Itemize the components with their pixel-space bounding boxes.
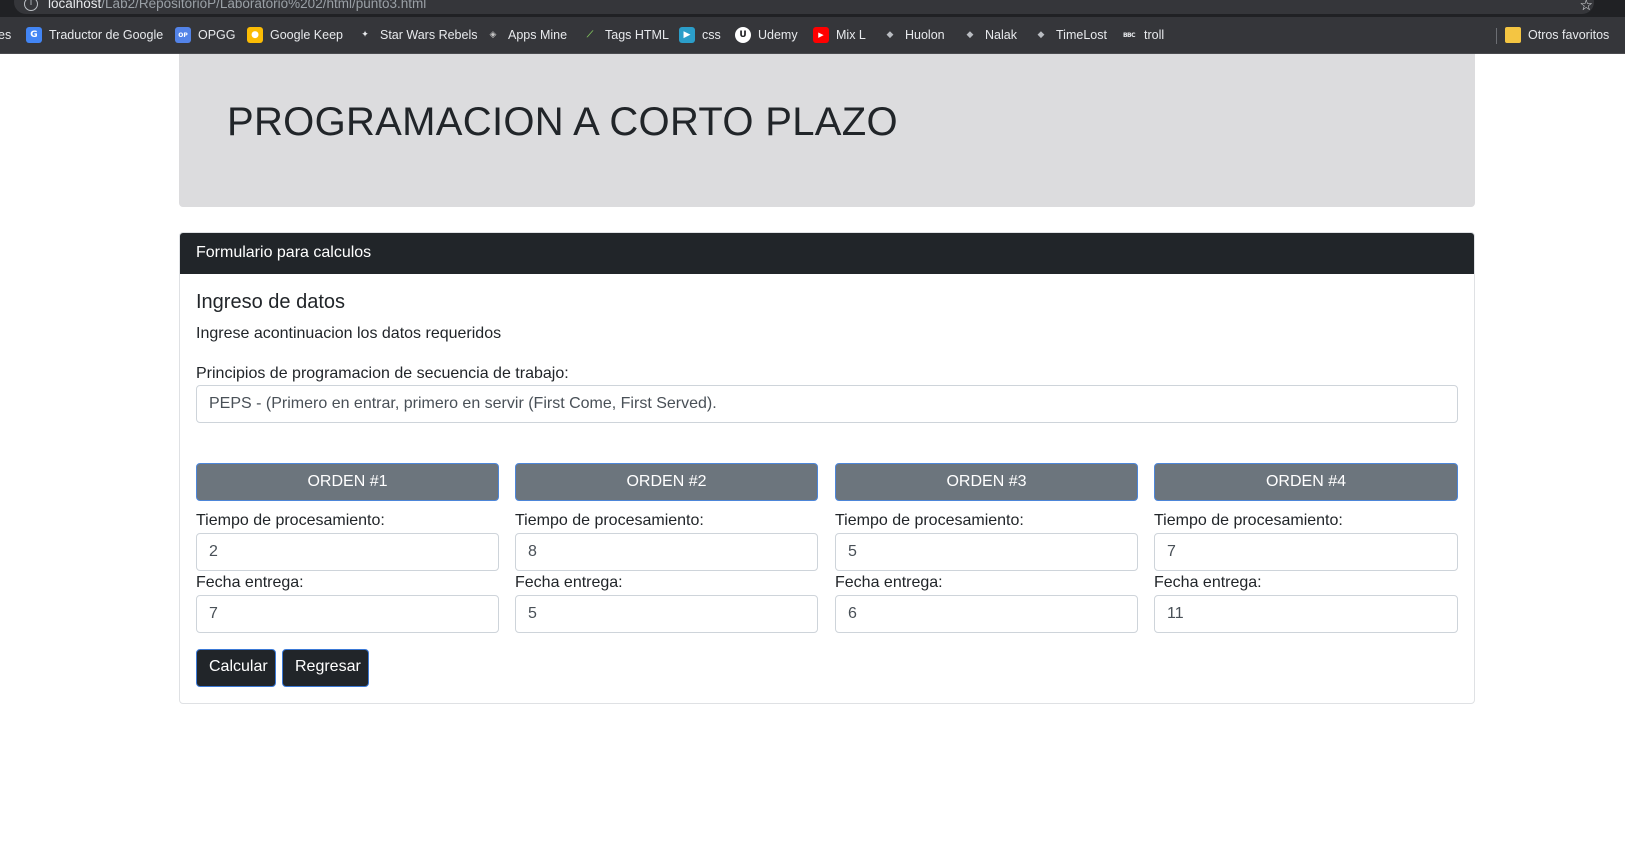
orden-1-button[interactable]: ORDEN #1	[196, 463, 499, 501]
page-title: PROGRAMACION A CORTO PLAZO	[227, 100, 898, 144]
bookmark-star-icon[interactable]: ☆	[1580, 0, 1593, 14]
orden-4-date-label: Fecha entrega:	[1154, 574, 1262, 591]
bookmarks-bar: es G Traductor de Google OP OPGG ● Googl…	[0, 17, 1625, 54]
wolf-icon: ◆	[886, 30, 894, 40]
orden-1-time-label: Tiempo de procesamiento:	[196, 512, 385, 529]
bookmark-label: Traductor de Google	[49, 28, 164, 42]
bookmark-label: Nalak	[985, 28, 1017, 42]
bookmark-traductor[interactable]: G Traductor de Google	[26, 26, 163, 44]
orden-2-time-label: Tiempo de procesamiento:	[515, 512, 704, 529]
bookmark-label: Apps Mine	[508, 28, 568, 42]
calcular-button[interactable]: Calcular	[196, 649, 276, 687]
wolf-icon: ◆	[1037, 30, 1045, 40]
bookmark-label: Mix L	[836, 28, 866, 42]
card-header: Formulario para calculos	[180, 233, 1474, 274]
orden-4-time-input[interactable]: 7	[1154, 533, 1458, 571]
jumbotron: PROGRAMACION A CORTO PLAZO	[179, 54, 1475, 207]
card-title: Ingreso de datos	[196, 291, 345, 313]
orden-3-time-input[interactable]: 5	[835, 533, 1138, 571]
principle-label: Principios de programacion de secuencia …	[196, 365, 569, 382]
google-translate-icon: G	[26, 27, 42, 43]
orden-3-date-input[interactable]: 6	[835, 595, 1138, 633]
bookmark-udemy[interactable]: U Udemy	[735, 26, 798, 44]
bookmark-label: Udemy	[758, 28, 798, 42]
principle-field[interactable]: PEPS - (Primero en entrar, primero en se…	[196, 385, 1458, 423]
form-card: Formulario para calculos Ingreso de dato…	[179, 232, 1475, 704]
bookmark-label: OPGG	[198, 28, 236, 42]
bookmark-label: css	[702, 28, 721, 42]
wolf-icon: ◆	[966, 30, 974, 40]
bookmark-nalak[interactable]: ◆ Nalak	[962, 26, 1017, 44]
udemy-icon: U	[735, 27, 751, 43]
chart-icon: ⟋	[586, 30, 594, 40]
bookmark-star-wars-rebels[interactable]: ✦ Star Wars Rebels	[357, 26, 477, 44]
orden-1-date-input[interactable]: 7	[196, 595, 499, 633]
rebels-icon: ✦	[361, 30, 369, 40]
orden-1-time-input[interactable]: 2	[196, 533, 499, 571]
bookmark-opgg[interactable]: OP OPGG	[175, 26, 236, 44]
bookmark-apps-mine[interactable]: ◈ Apps Mine	[485, 26, 568, 44]
google-keep-icon: ●	[247, 27, 263, 43]
bookmark-label: Tags HTML	[605, 28, 669, 42]
regresar-button[interactable]: Regresar	[282, 649, 369, 687]
bookmark-otros-favoritos[interactable]: Otros favoritos	[1505, 26, 1609, 44]
apps-mine-icon: ◈	[489, 30, 497, 40]
bookmark-label: troll	[1144, 28, 1165, 42]
bookmark-tags-html[interactable]: ⟋ Tags HTML	[582, 26, 669, 44]
bookmark-mix-l[interactable]: ▶ Mix L	[813, 26, 866, 44]
folder-icon	[1505, 27, 1521, 43]
bookmark-label: TimeLost	[1056, 28, 1107, 42]
orden-4-button[interactable]: ORDEN #4	[1154, 463, 1458, 501]
url-text[interactable]: localhost/Lab2/RepositorioP/Laboratorio%…	[48, 0, 426, 11]
bookmark-label: es	[0, 28, 12, 42]
youtube-icon: ▶	[813, 27, 829, 43]
orden-3-time-label: Tiempo de procesamiento:	[835, 512, 1024, 529]
bookmark-label: Huolon	[905, 28, 945, 42]
orden-2-date-input[interactable]: 5	[515, 595, 818, 633]
orden-4-date-input[interactable]: 11	[1154, 595, 1458, 633]
orden-3-button[interactable]: ORDEN #3	[835, 463, 1138, 501]
orden-2-time-input[interactable]: 8	[515, 533, 818, 571]
bookmark-timelost[interactable]: ◆ TimeLost	[1033, 26, 1107, 44]
bookmark-google-keep[interactable]: ● Google Keep	[247, 26, 343, 44]
bbc-icon: BBC	[1122, 31, 1136, 39]
orden-2-button[interactable]: ORDEN #2	[515, 463, 818, 501]
bookmark-css[interactable]: ▶ css	[679, 26, 721, 44]
bookmark-label: Google Keep	[270, 28, 343, 42]
css-icon: ▶	[679, 27, 695, 43]
orden-4-time-label: Tiempo de procesamiento:	[1154, 512, 1343, 529]
bookmark-label: Otros favoritos	[1528, 28, 1610, 42]
orden-1-date-label: Fecha entrega:	[196, 574, 304, 591]
card-subtitle: Ingrese acontinuacion los datos requerid…	[196, 325, 502, 342]
bookmark-troll[interactable]: BBC troll	[1121, 26, 1164, 44]
bookmark-es[interactable]: es	[0, 26, 11, 44]
address-bar: i localhost/Lab2/RepositorioP/Laboratori…	[0, 0, 1625, 17]
opgg-icon: OP	[175, 27, 191, 43]
bookmark-label: Star Wars Rebels	[380, 28, 478, 42]
bookmark-huolon[interactable]: ◆ Huolon	[882, 26, 945, 44]
bookmarks-divider	[1496, 28, 1497, 44]
orden-3-date-label: Fecha entrega:	[835, 574, 943, 591]
orden-2-date-label: Fecha entrega:	[515, 574, 623, 591]
